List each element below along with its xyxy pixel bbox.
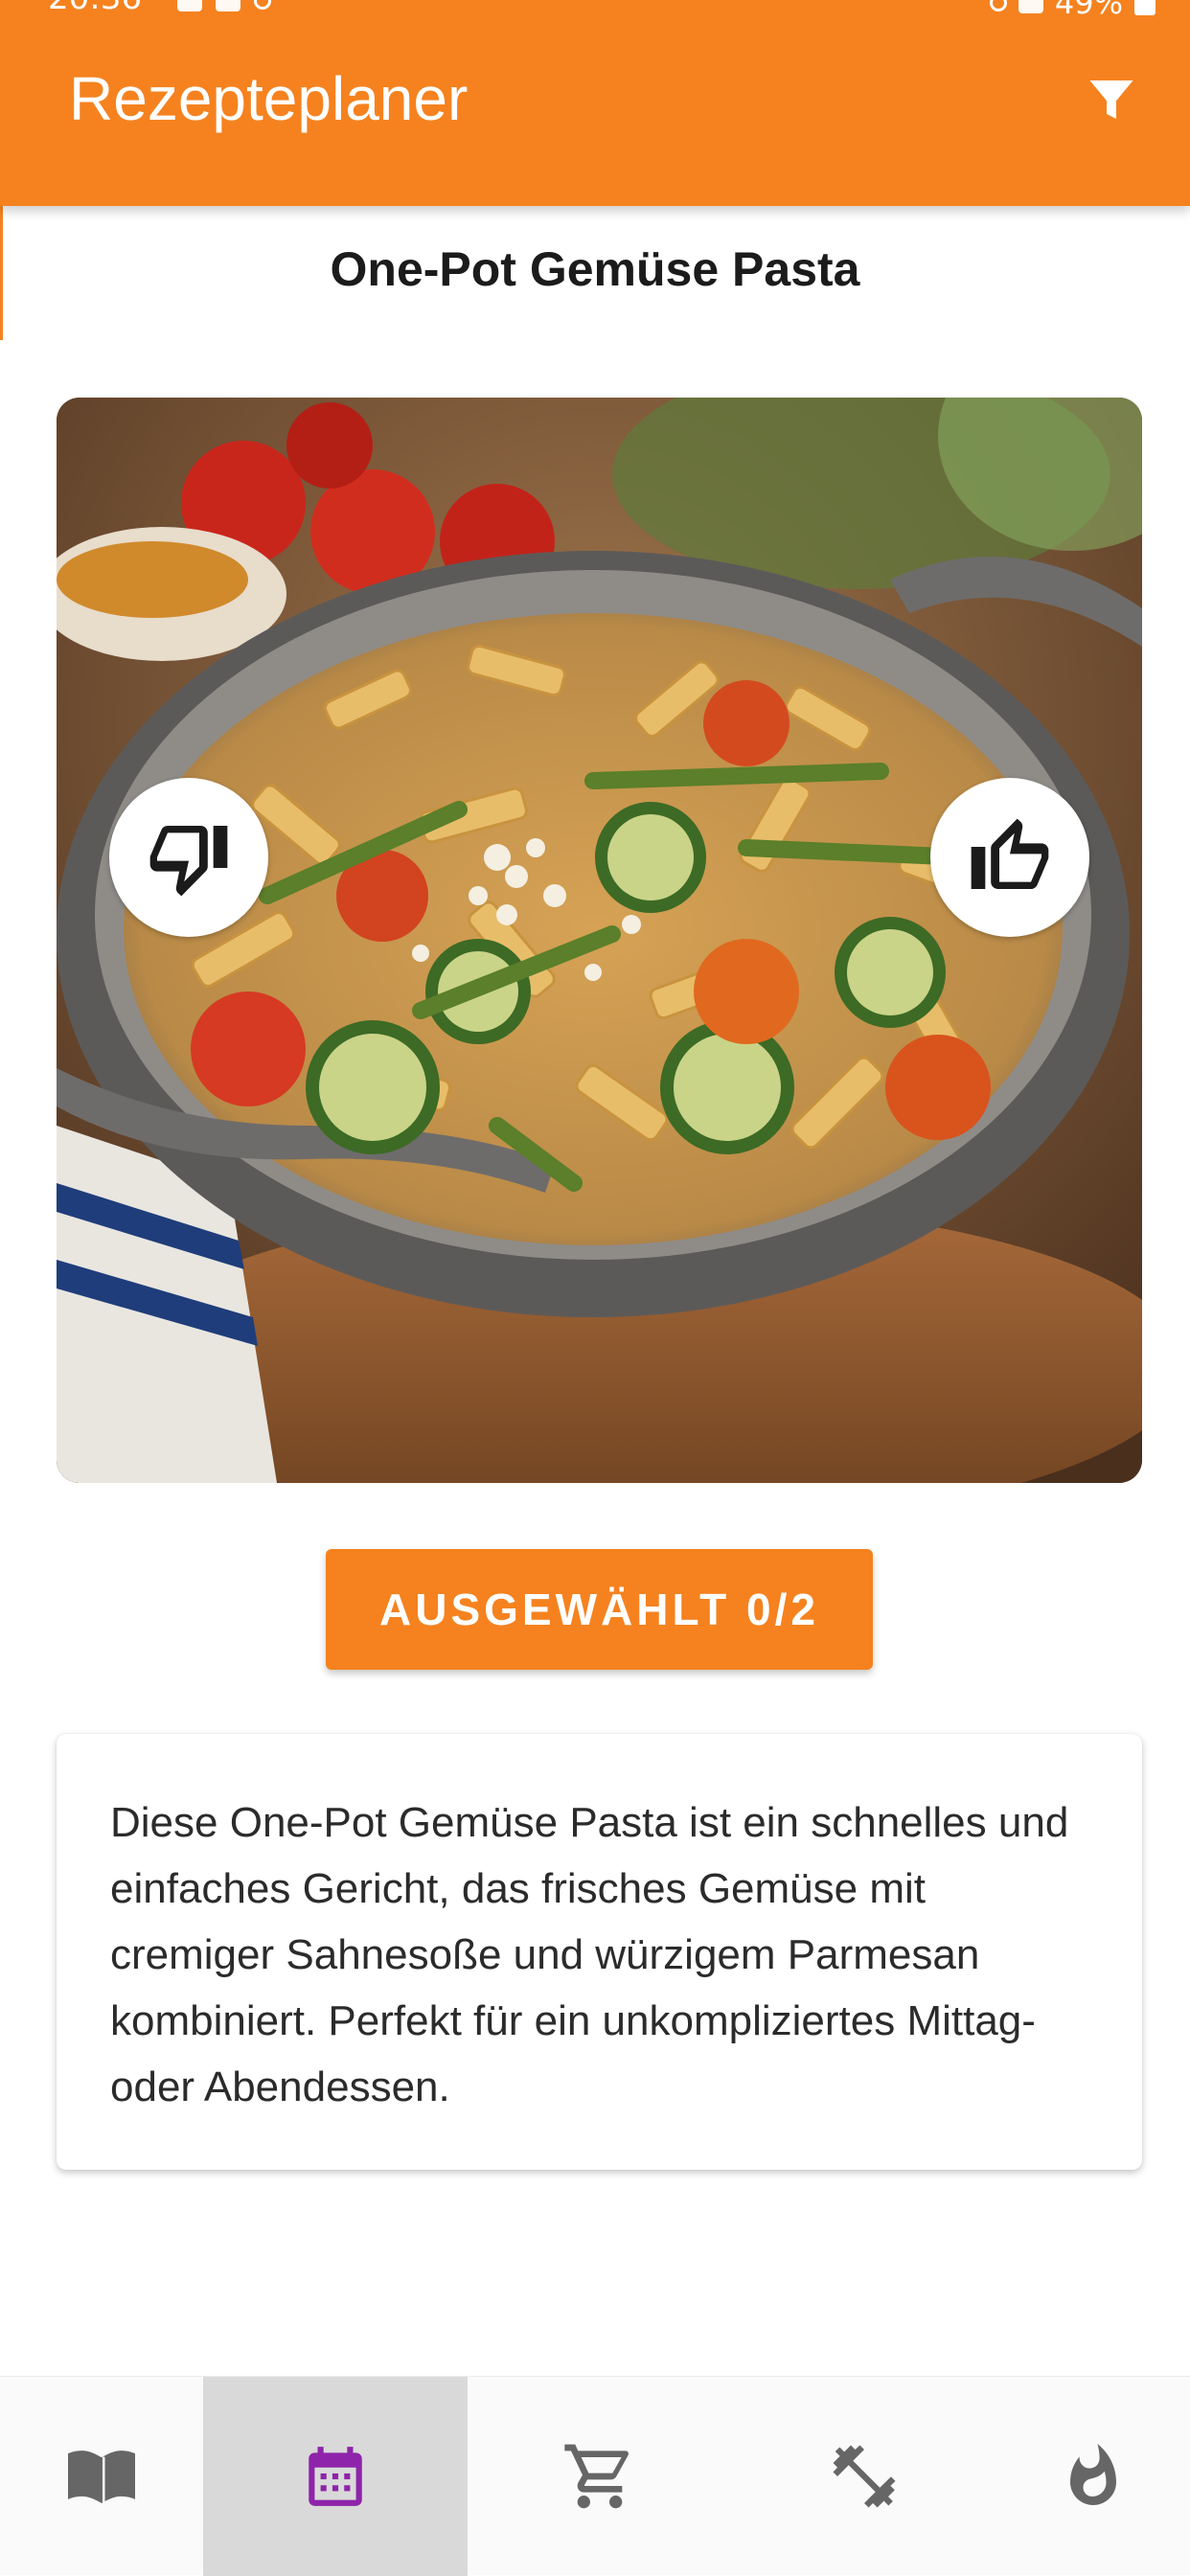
app-bar: 20:36 49% Rezepteplaner (0, 0, 1190, 206)
thumbs-up-icon (971, 818, 1049, 889)
status-system-icons: 49% (989, 0, 1156, 21)
nav-item-shopping[interactable] (468, 2377, 732, 2576)
app-title: Rezepteplaner (69, 64, 469, 133)
nav-item-fitness[interactable] (732, 2377, 996, 2576)
filter-button[interactable] (1079, 65, 1144, 134)
thumbs-down-icon (149, 826, 228, 897)
notification-icon (177, 0, 202, 11)
recipe-description: Diese One-Pot Gemüse Pasta ist ein schne… (110, 1799, 1069, 2110)
fitness-icon (833, 2445, 896, 2508)
status-bar: 20:36 49% (0, 0, 1190, 29)
fire-icon (1070, 2444, 1116, 2505)
status-time: 20:36 (48, 0, 142, 14)
dnd-icon (254, 0, 271, 10)
nav-item-calories[interactable] (996, 2377, 1190, 2576)
dislike-button[interactable] (109, 778, 268, 937)
calendar-icon (309, 2447, 362, 2506)
bottom-navigation (0, 2376, 1190, 2576)
battery-level: 49% (1054, 0, 1123, 21)
shopping-cart-icon (564, 2444, 629, 2509)
like-button[interactable] (930, 778, 1089, 937)
wifi-icon (989, 0, 1007, 11)
pasta-photo (57, 398, 1142, 1483)
book-icon (68, 2451, 135, 2503)
description-card: Diese One-Pot Gemüse Pasta ist ein schne… (57, 1734, 1142, 2170)
sim-icon (216, 0, 240, 11)
recipe-image (57, 398, 1142, 1483)
battery-icon (1134, 0, 1156, 15)
filter-icon (1089, 80, 1133, 119)
nav-item-recipes[interactable] (0, 2377, 203, 2576)
signal-icon (1018, 0, 1043, 13)
selected-count-button[interactable]: AUSGEWÄHLT 0/2 (326, 1549, 873, 1670)
status-notification-icons (177, 0, 271, 11)
nav-item-planner[interactable] (203, 2377, 468, 2576)
recipe-title: One-Pot Gemüse Pasta (330, 242, 860, 296)
